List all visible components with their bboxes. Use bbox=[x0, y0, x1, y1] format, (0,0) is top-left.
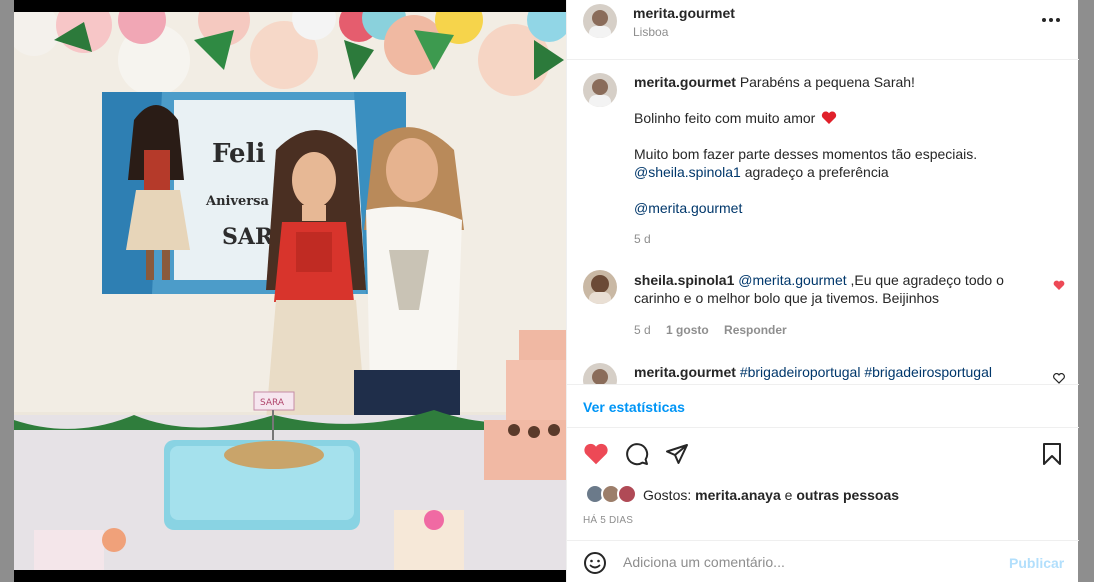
comment-text: sheila.spinola1 @merita.gourmet ,Eu que … bbox=[634, 271, 1014, 307]
avatar-image bbox=[589, 10, 611, 38]
caption-line-4-rest: agradeço a preferência bbox=[740, 164, 889, 180]
comment-meta: 5 d 1 gosto Responder bbox=[634, 323, 787, 337]
post-location[interactable]: Lisboa bbox=[633, 25, 668, 39]
bookmark-icon[interactable] bbox=[1037, 440, 1067, 468]
caption-line-2: Bolinho feito com muito amor bbox=[634, 110, 816, 126]
comment-like-count[interactable]: 1 gosto bbox=[666, 323, 709, 337]
comment-text-line-1: ,Eu que agradeço todo o bbox=[846, 272, 1004, 288]
avatar-image bbox=[592, 369, 608, 384]
more-horizontal-icon[interactable] bbox=[1035, 8, 1067, 32]
author-username[interactable]: merita.gourmet bbox=[633, 5, 735, 21]
comment-text-2: merita.gourmet #brigadeiroportugal #brig… bbox=[634, 363, 1034, 381]
liker-avatars[interactable] bbox=[585, 484, 639, 504]
commenter-avatar[interactable] bbox=[583, 270, 617, 304]
photo-illustration: Feli Aniversa SAR SARA bbox=[14, 0, 566, 582]
caption-author-avatar[interactable] bbox=[583, 73, 617, 107]
post-photo[interactable]: Feli Aniversa SAR SARA bbox=[14, 0, 566, 582]
caption-mention-link-2[interactable]: @merita.gourmet bbox=[634, 199, 742, 217]
caption-line-1: Parabéns a pequena Sarah! bbox=[739, 74, 915, 90]
comment-composer: Publicar bbox=[567, 540, 1079, 582]
banner-name: SAR bbox=[222, 224, 274, 250]
commenter-username[interactable]: sheila.spinola1 bbox=[634, 272, 734, 288]
cake-topper-text: SARA bbox=[260, 398, 285, 408]
likes-conjunction: e bbox=[780, 487, 797, 503]
smiley-icon[interactable] bbox=[581, 549, 609, 577]
post-caption: merita.gourmet Parabéns a pequena Sarah! bbox=[634, 73, 1054, 91]
comment-like-outline-heart-icon[interactable] bbox=[1051, 370, 1067, 384]
comment-input[interactable] bbox=[623, 552, 983, 572]
heart-icon[interactable] bbox=[581, 440, 611, 468]
caption-author-username[interactable]: merita.gourmet bbox=[634, 74, 736, 90]
likes-prefix: Gostos: bbox=[643, 487, 696, 503]
post-details-panel: merita.gourmet Lisboa merita.gourmet Par… bbox=[566, 0, 1079, 582]
caption-line-3: Muito bom fazer parte desses momentos tã… bbox=[634, 146, 978, 162]
commenter-username-2[interactable]: merita.gourmet bbox=[634, 364, 736, 380]
comments-list[interactable]: merita.gourmet Parabéns a pequena Sarah!… bbox=[567, 61, 1079, 384]
liker-username[interactable]: merita.anaya bbox=[695, 487, 781, 503]
banner-subtitle: Aniversa bbox=[205, 194, 269, 209]
comment-timestamp[interactable]: 5 d bbox=[634, 323, 651, 337]
caption-timestamp[interactable]: 5 d bbox=[634, 232, 651, 246]
commenter-avatar-2[interactable] bbox=[583, 363, 617, 384]
caption-mention-link[interactable]: @sheila.spinola1 bbox=[634, 164, 741, 180]
liker-avatar-3 bbox=[617, 484, 637, 504]
comment-hashtags[interactable]: #brigadeiroportugal #brigadeirosportugal bbox=[740, 364, 992, 380]
view-insights-link[interactable]: Ver estatísticas bbox=[583, 399, 685, 415]
heart-emoji-icon bbox=[821, 111, 837, 129]
comment-like-heart-icon[interactable] bbox=[1051, 277, 1067, 293]
paper-plane-icon[interactable] bbox=[662, 440, 692, 468]
other-likers-link[interactable]: outras pessoas bbox=[796, 487, 899, 503]
comment-mention-link[interactable]: @merita.gourmet bbox=[738, 272, 846, 288]
comment-icon[interactable] bbox=[622, 440, 652, 468]
comment-reply-button[interactable]: Responder bbox=[724, 323, 787, 337]
post-date[interactable]: HÁ 5 DIAS bbox=[583, 515, 633, 526]
insights-row: Ver estatísticas bbox=[567, 384, 1079, 428]
publish-button[interactable]: Publicar bbox=[1009, 555, 1064, 571]
post-modal: Feli Aniversa SAR SARA merita.gourmet Li… bbox=[14, 0, 1079, 582]
caption-line-2-row: Bolinho feito com muito amor bbox=[634, 109, 837, 129]
post-header: merita.gourmet Lisboa bbox=[567, 0, 1079, 60]
caption-line-4: @sheila.spinola1 agradeço a preferência bbox=[634, 163, 889, 181]
comment-text-line-2: carinho e o melhor bolo que ja tivemos. … bbox=[634, 290, 940, 306]
author-avatar[interactable] bbox=[583, 4, 617, 38]
avatar-image bbox=[589, 79, 611, 107]
likes-summary: Gostos: merita.anaya e outras pessoas bbox=[643, 486, 899, 504]
girl-figure bbox=[266, 130, 366, 420]
banner-title: Feli bbox=[212, 139, 265, 169]
avatar-image bbox=[589, 275, 611, 304]
